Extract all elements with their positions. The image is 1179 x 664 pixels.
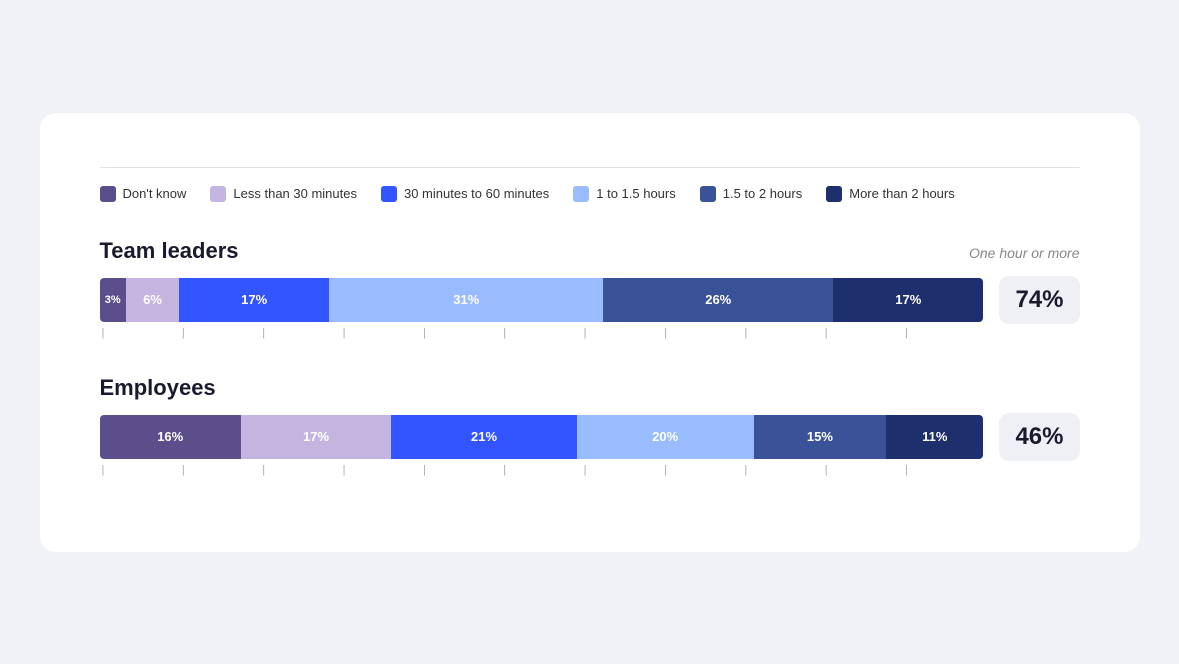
legend-label: Don't know	[123, 186, 187, 201]
legend-item: More than 2 hours	[826, 186, 955, 202]
legend-item: 1 to 1.5 hours	[573, 186, 676, 202]
bar-segment-3: 20%	[577, 415, 754, 459]
bar-segment-5: 17%	[833, 278, 983, 322]
section-header: Team leaders One hour or more	[100, 238, 1080, 264]
legend-label: Less than 30 minutes	[233, 186, 357, 201]
bar-segment-3: 31%	[329, 278, 603, 322]
bar-segment-0: 16%	[100, 415, 241, 459]
bar-container: 16%17%21%20%15%11% 46%	[100, 413, 1080, 461]
bar-segment-1: 6%	[126, 278, 179, 322]
tick-row	[100, 328, 1080, 339]
section-title: Team leaders	[100, 238, 239, 264]
tick	[180, 465, 260, 476]
stacked-bar: 16%17%21%20%15%11%	[100, 415, 984, 459]
stacked-bar: 3%6%17%31%26%17%	[100, 278, 984, 322]
legend-swatch	[700, 186, 716, 202]
tick	[903, 328, 983, 339]
legend-label: More than 2 hours	[849, 186, 955, 201]
tick	[742, 465, 822, 476]
bar-segment-4: 26%	[603, 278, 833, 322]
tick	[100, 465, 180, 476]
tick-row	[100, 465, 1080, 476]
legend-item: Don't know	[100, 186, 187, 202]
section-header: Employees	[100, 375, 1080, 401]
percentage-badge: 46%	[999, 413, 1079, 461]
section-title: Employees	[100, 375, 216, 401]
tick	[662, 328, 742, 339]
bar-segment-0: 3%	[100, 278, 127, 322]
bar-container: 3%6%17%31%26%17%74%	[100, 276, 1080, 324]
bar-segment-1: 17%	[241, 415, 391, 459]
tick	[260, 465, 340, 476]
tick	[341, 328, 421, 339]
tick	[742, 328, 822, 339]
tick	[582, 465, 662, 476]
legend-item: 30 minutes to 60 minutes	[381, 186, 549, 202]
tick	[501, 465, 581, 476]
legend-item: Less than 30 minutes	[210, 186, 357, 202]
percentage-badge: 74%	[999, 276, 1079, 324]
bar-segment-4: 15%	[754, 415, 887, 459]
tick	[421, 328, 501, 339]
tick	[501, 328, 581, 339]
bar-segment-2: 21%	[391, 415, 577, 459]
legend-swatch	[100, 186, 116, 202]
tick	[662, 465, 742, 476]
legend-label: 30 minutes to 60 minutes	[404, 186, 549, 201]
section-subtitle: One hour or more	[969, 245, 1080, 261]
legend-swatch	[573, 186, 589, 202]
bar-segment-2: 17%	[179, 278, 329, 322]
legend-swatch	[826, 186, 842, 202]
section-0: Team leadersOne hour or more3%6%17%31%26…	[100, 238, 1080, 339]
title-divider	[100, 167, 1080, 168]
tick	[180, 328, 260, 339]
tick	[823, 328, 903, 339]
tick	[903, 465, 983, 476]
legend-swatch	[210, 186, 226, 202]
legend-label: 1.5 to 2 hours	[723, 186, 803, 201]
legend-swatch	[381, 186, 397, 202]
tick	[421, 465, 501, 476]
bar-segment-5: 11%	[886, 415, 983, 459]
tick	[341, 465, 421, 476]
tick	[260, 328, 340, 339]
legend: Don't know Less than 30 minutes 30 minutes…	[100, 186, 1080, 202]
tick	[823, 465, 903, 476]
main-card: Don't know Less than 30 minutes 30 minutes…	[40, 113, 1140, 552]
tick	[100, 328, 180, 339]
section-1: Employees 16%17%21%20%15%11% 46%	[100, 375, 1080, 476]
legend-label: 1 to 1.5 hours	[596, 186, 676, 201]
tick	[582, 328, 662, 339]
legend-item: 1.5 to 2 hours	[700, 186, 803, 202]
